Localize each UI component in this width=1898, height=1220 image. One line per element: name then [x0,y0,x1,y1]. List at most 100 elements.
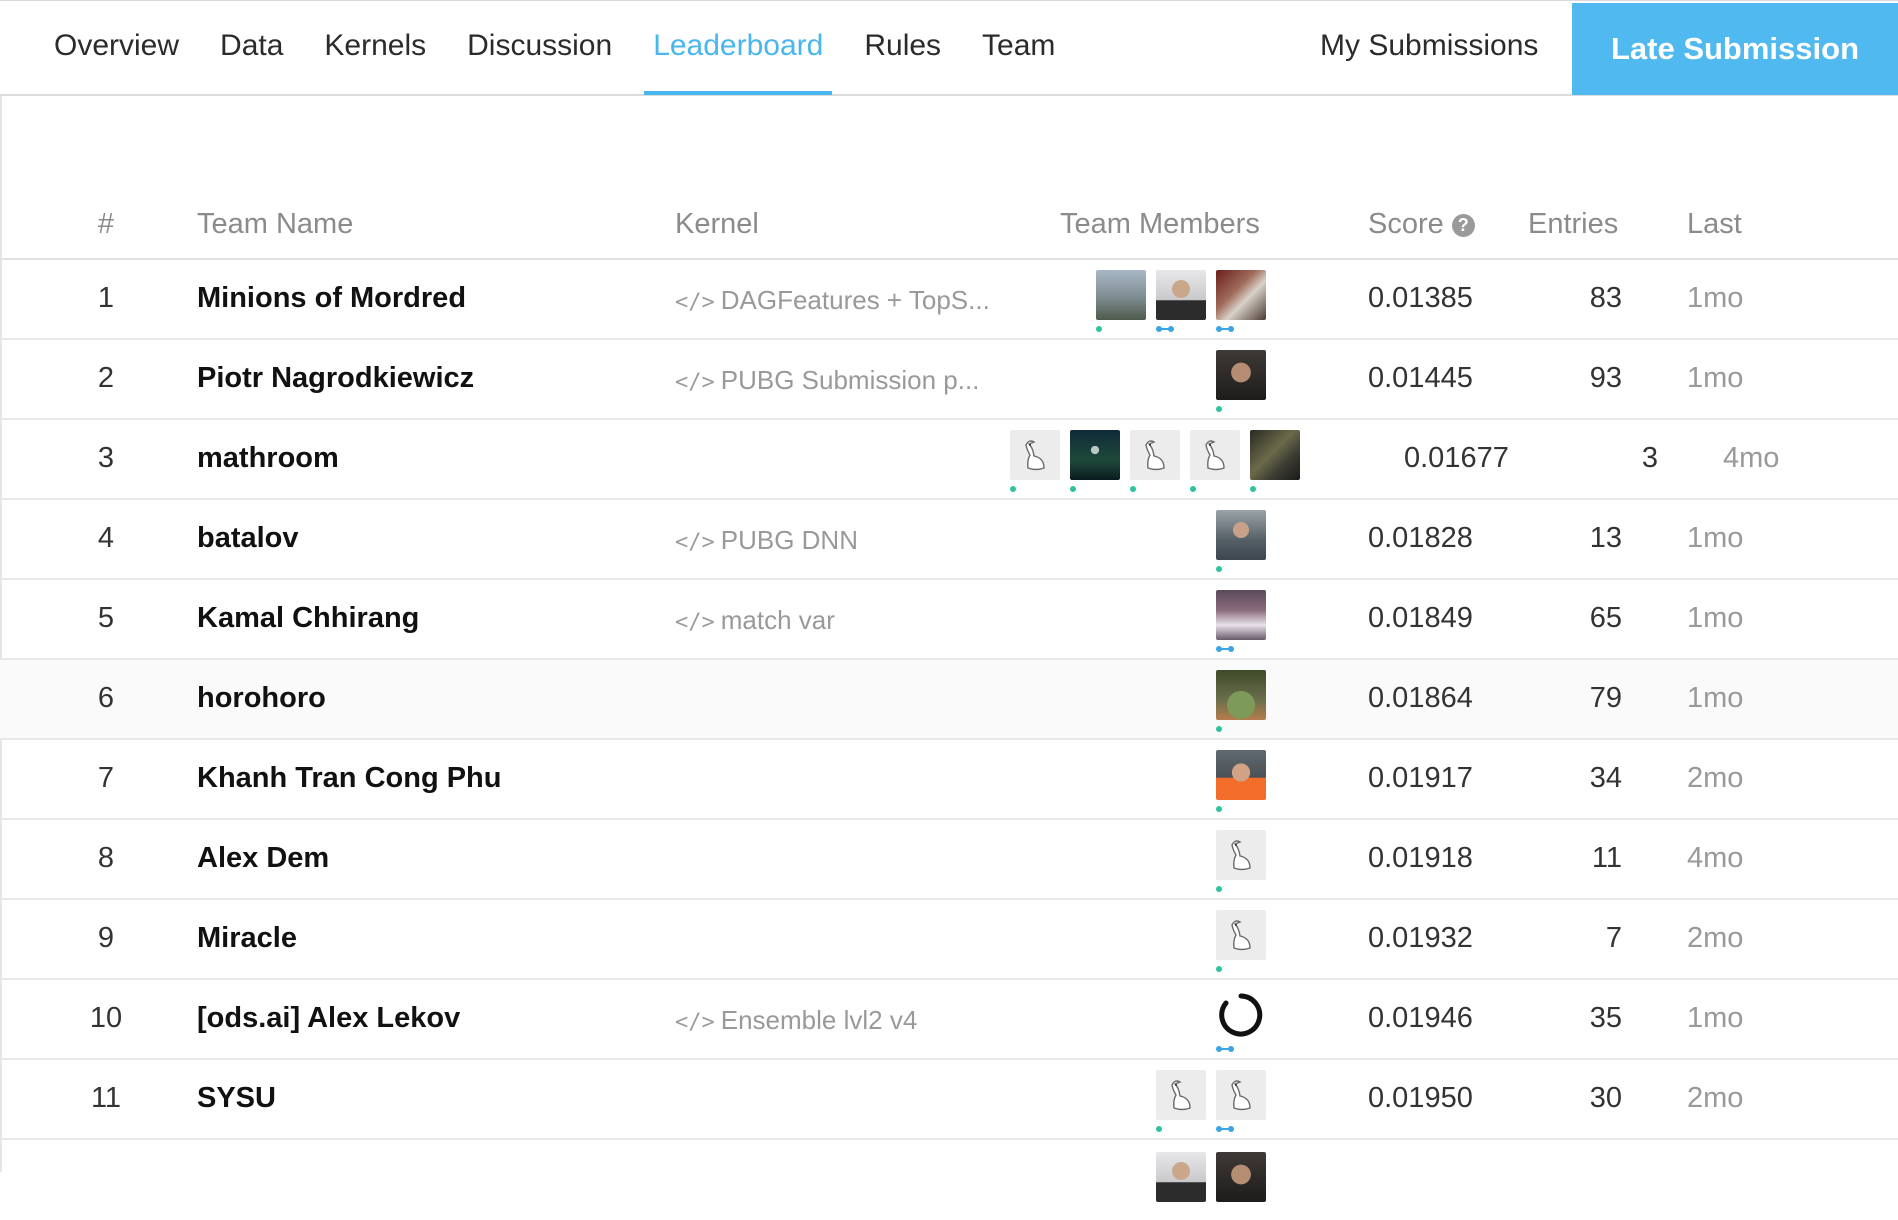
entries-cell: 11 [1591,842,1622,874]
team-name-link[interactable]: batalov [197,522,299,555]
tier-dots [1216,1126,1234,1132]
tier-dot [1216,886,1222,892]
goose-icon [1025,440,1045,471]
team-name-link[interactable]: Piotr Nagrodkiewicz [197,362,474,395]
avatar[interactable] [1130,430,1180,492]
avatar[interactable] [1216,510,1266,572]
leaderboard-header: # Team Name Kernel Team Members Score? E… [0,198,1898,260]
team-members [1000,430,1300,492]
last-cell: 1mo [1687,362,1744,394]
avatar[interactable] [1156,1152,1206,1202]
kernel-title: PUBG Submission p... [720,365,980,395]
team-name-link[interactable]: [ods.ai] Alex Lekov [197,1002,460,1035]
team-name-link[interactable]: SYSU [197,1082,276,1115]
column-header-rank: # [97,208,115,240]
team-members [1206,910,1266,972]
team-name-link[interactable]: Miracle [197,922,297,955]
team-name-link[interactable]: mathroom [197,442,339,475]
my-submissions-link[interactable]: My Submissions [1320,1,1538,91]
avatar[interactable] [1156,270,1206,332]
tier-dot [1070,486,1076,492]
team-name-link[interactable]: Alex Dem [197,842,329,875]
tab-discussion[interactable]: Discussion [467,1,612,95]
column-header-kernel: Kernel [675,208,759,240]
rank-cell: 11 [90,1082,122,1114]
tier-dot [1216,806,1222,812]
column-header-team-name: Team Name [197,208,354,240]
table-row: 1 Minions of Mordred </> DAGFeatures + To… [0,260,1898,340]
score-cell: 0.01677 [1404,442,1509,474]
avatar[interactable] [1216,830,1266,892]
column-header-score: Score? [1368,208,1475,241]
rank-cell: 2 [97,362,115,394]
tab-team[interactable]: Team [982,1,1055,95]
team-members [1086,270,1266,332]
team-members [1206,990,1266,1052]
kernel-link[interactable]: </> PUBG Submission p... [675,365,979,396]
rank-cell: 5 [97,602,115,634]
avatar[interactable] [1216,350,1266,412]
avatar[interactable] [1216,670,1266,732]
team-name-link[interactable]: Kamal Chhirang [197,602,419,635]
last-cell: 2mo [1687,1082,1744,1114]
avatar[interactable] [1216,910,1266,972]
team-name-link[interactable]: Khanh Tran Cong Phu [197,762,502,795]
code-icon: </> [675,1010,715,1035]
avatar[interactable] [1190,430,1240,492]
team-name-link[interactable]: Minions of Mordred [197,282,466,315]
late-submission-button[interactable]: Late Submission [1572,3,1898,95]
team-name-link[interactable]: horohoro [197,682,326,715]
goose-icon [1145,440,1165,471]
tab-rules[interactable]: Rules [864,1,941,95]
kernel-title: DAGFeatures + TopS... [720,285,990,315]
score-cell: 0.01385 [1368,282,1473,314]
avatar[interactable] [1070,430,1120,492]
avatar[interactable] [1216,1152,1266,1202]
question-circle-icon[interactable]: ? [1451,214,1475,237]
avatar[interactable] [1216,1070,1266,1132]
avatar[interactable] [1250,430,1300,492]
tier-dot [1216,406,1222,412]
tier-dots [1216,326,1234,332]
kernel-link[interactable]: </> PUBG DNN [675,525,858,556]
last-cell: 1mo [1687,1002,1744,1034]
entries-cell: 65 [1589,602,1622,634]
tab-kernels[interactable]: Kernels [324,1,426,95]
rank-cell: 7 [97,762,115,794]
tier-dot [1216,726,1222,732]
last-cell: 4mo [1687,842,1744,874]
avatar[interactable] [1096,270,1146,332]
kernel-link[interactable]: </> Ensemble lvl2 v4 [675,1005,917,1036]
tab-leaderboard[interactable]: Leaderboard [644,1,833,95]
kernel-link[interactable]: </> match var [675,605,835,636]
kernel-title: PUBG DNN [720,525,858,555]
rank-cell: 8 [97,842,115,874]
goose-icon [1231,920,1251,951]
avatar[interactable] [1216,270,1266,332]
table-row: 2 Piotr Nagrodkiewicz </> PUBG Submission… [0,340,1898,420]
tab-data[interactable]: Data [220,1,283,95]
goose-icon [1231,840,1251,871]
entries-cell: 93 [1589,362,1622,394]
tier-dots [1216,646,1234,652]
last-cell: 2mo [1687,922,1744,954]
goose-icon [1231,1080,1251,1111]
tab-list: Overview Data Kernels Discussion Leaderb… [54,1,1096,95]
tab-overview[interactable]: Overview [54,1,179,95]
kernel-link[interactable]: </> DAGFeatures + TopS... [675,285,990,316]
kernel-title: match var [720,605,835,635]
rank-cell: 1 [97,282,115,314]
avatar[interactable] [1216,590,1266,652]
last-cell: 4mo [1723,442,1780,474]
avatar[interactable] [1216,990,1266,1052]
score-cell: 0.01849 [1368,602,1473,634]
last-cell: 1mo [1687,522,1744,554]
entries-cell: 7 [1605,922,1622,954]
avatar[interactable] [1010,430,1060,492]
avatar[interactable] [1156,1070,1206,1132]
team-members [1146,1070,1266,1132]
rank-cell: 4 [97,522,115,554]
score-cell: 0.01828 [1368,522,1473,554]
score-cell: 0.01932 [1368,922,1473,954]
avatar[interactable] [1216,750,1266,812]
